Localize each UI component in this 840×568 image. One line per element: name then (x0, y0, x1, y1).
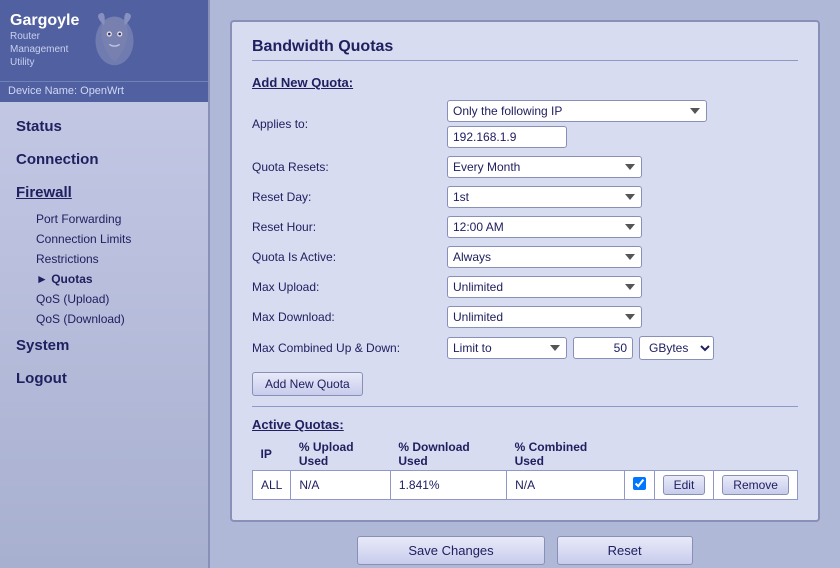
max-download-row: Max Download: Unlimited Limit to (252, 306, 798, 328)
row-ip: ALL (253, 471, 291, 500)
sidebar: Gargoyle RouterManagementUtility Device … (0, 0, 210, 568)
quota-resets-label: Quota Resets: (252, 160, 447, 174)
panel-title: Bandwidth Quotas (252, 38, 798, 61)
quota-active-row: Quota Is Active: Always Never Custom Sch… (252, 246, 798, 268)
row-remove-cell: Remove (714, 471, 798, 500)
max-download-label: Max Download: (252, 310, 447, 324)
col-upload: % Upload Used (291, 438, 391, 471)
sidebar-item-firewall[interactable]: Firewall (0, 176, 208, 209)
col-remove (714, 438, 798, 471)
max-combined-label: Max Combined Up & Down: (252, 341, 447, 355)
quota-resets-select[interactable]: Every Month Every Week Every Day Never (447, 156, 642, 178)
ip-input[interactable] (447, 126, 567, 148)
applies-to-row: Applies to: Only the following IP All IP… (252, 100, 798, 148)
add-quota-button[interactable]: Add New Quota (252, 372, 363, 396)
sidebar-item-quotas[interactable]: ► Quotas (28, 269, 208, 289)
col-combined: % Combined Used (507, 438, 625, 471)
sidebar-item-system[interactable]: System (0, 329, 208, 362)
reset-hour-row: Reset Hour: 12:00 AM 1:00 AM (252, 216, 798, 238)
quota-active-label: Quota Is Active: (252, 250, 447, 264)
row-edit-cell: Edit (654, 471, 714, 500)
gargoyle-logo: Gargoyle RouterManagementUtility (10, 12, 79, 69)
sidebar-item-restrictions[interactable]: Restrictions (28, 249, 208, 269)
reset-day-row: Reset Day: 1st 2nd 3rd (252, 186, 798, 208)
max-combined-controls: Limit to Unlimited GBytes MBytes KBytes (447, 336, 714, 360)
sidebar-nav: Status Connection Firewall Port Forwardi… (0, 102, 208, 568)
quota-active-select[interactable]: Always Never Custom Schedule (447, 246, 642, 268)
reset-day-select[interactable]: 1st 2nd 3rd (447, 186, 642, 208)
max-download-select[interactable]: Unlimited Limit to (447, 306, 642, 328)
col-download: % Download Used (390, 438, 506, 471)
col-check (624, 438, 654, 471)
applies-to-select[interactable]: Only the following IP All IPs (447, 100, 707, 122)
sidebar-item-connection[interactable]: Connection (0, 143, 208, 176)
reset-hour-label: Reset Hour: (252, 220, 447, 234)
applies-to-wrapper: Only the following IP All IPs (447, 100, 707, 148)
gargoyle-brand: Gargoyle (10, 12, 79, 30)
max-upload-select[interactable]: Unlimited Limit to (447, 276, 642, 298)
sidebar-item-connection-limits[interactable]: Connection Limits (28, 229, 208, 249)
sidebar-item-port-forwarding[interactable]: Port Forwarding (28, 209, 208, 229)
limit-value-input[interactable] (573, 337, 633, 359)
edit-button[interactable]: Edit (663, 475, 706, 495)
max-combined-select[interactable]: Limit to Unlimited (447, 337, 567, 359)
sidebar-item-qos-download[interactable]: QoS (Download) (28, 309, 208, 329)
sidebar-item-logout[interactable]: Logout (0, 362, 208, 395)
col-ip: IP (253, 438, 291, 471)
col-edit (654, 438, 714, 471)
row-checkbox[interactable] (633, 477, 646, 490)
row-check-cell (624, 471, 654, 500)
max-upload-row: Max Upload: Unlimited Limit to (252, 276, 798, 298)
applies-to-label: Applies to: (252, 117, 447, 131)
row-combined: N/A (507, 471, 625, 500)
sidebar-firewall-submenu: Port Forwarding Connection Limits Restri… (0, 209, 208, 329)
gargoyle-subtitle: RouterManagementUtility (10, 30, 79, 69)
reset-button[interactable]: Reset (557, 536, 693, 565)
save-changes-button[interactable]: Save Changes (357, 536, 544, 565)
divider (252, 406, 798, 407)
row-upload: N/A (291, 471, 391, 500)
reset-hour-select[interactable]: 12:00 AM 1:00 AM (447, 216, 642, 238)
max-upload-label: Max Upload: (252, 280, 447, 294)
row-download: 1.841% (390, 471, 506, 500)
quotas-table: IP % Upload Used % Download Used % Combi… (252, 438, 798, 500)
bandwidth-quotas-panel: Bandwidth Quotas Add New Quota: Applies … (230, 20, 820, 522)
sidebar-item-qos-upload[interactable]: QoS (Upload) (28, 289, 208, 309)
max-combined-row: Max Combined Up & Down: Limit to Unlimit… (252, 336, 798, 360)
reset-day-label: Reset Day: (252, 190, 447, 204)
unit-select[interactable]: GBytes MBytes KBytes (639, 336, 714, 360)
main-content: Bandwidth Quotas Add New Quota: Applies … (210, 0, 840, 568)
add-new-quota-label: Add New Quota: (252, 75, 798, 90)
gargoyle-dragon-icon (87, 8, 142, 73)
device-name: Device Name: OpenWrt (0, 81, 208, 102)
table-row: ALL N/A 1.841% N/A Edit Remove (253, 471, 798, 500)
active-quotas-label: Active Quotas: (252, 417, 798, 432)
remove-button[interactable]: Remove (722, 475, 789, 495)
quota-resets-row: Quota Resets: Every Month Every Week Eve… (252, 156, 798, 178)
sidebar-header: Gargoyle RouterManagementUtility (0, 0, 208, 81)
bottom-bar: Save Changes Reset (230, 536, 820, 565)
sidebar-item-status[interactable]: Status (0, 110, 208, 143)
